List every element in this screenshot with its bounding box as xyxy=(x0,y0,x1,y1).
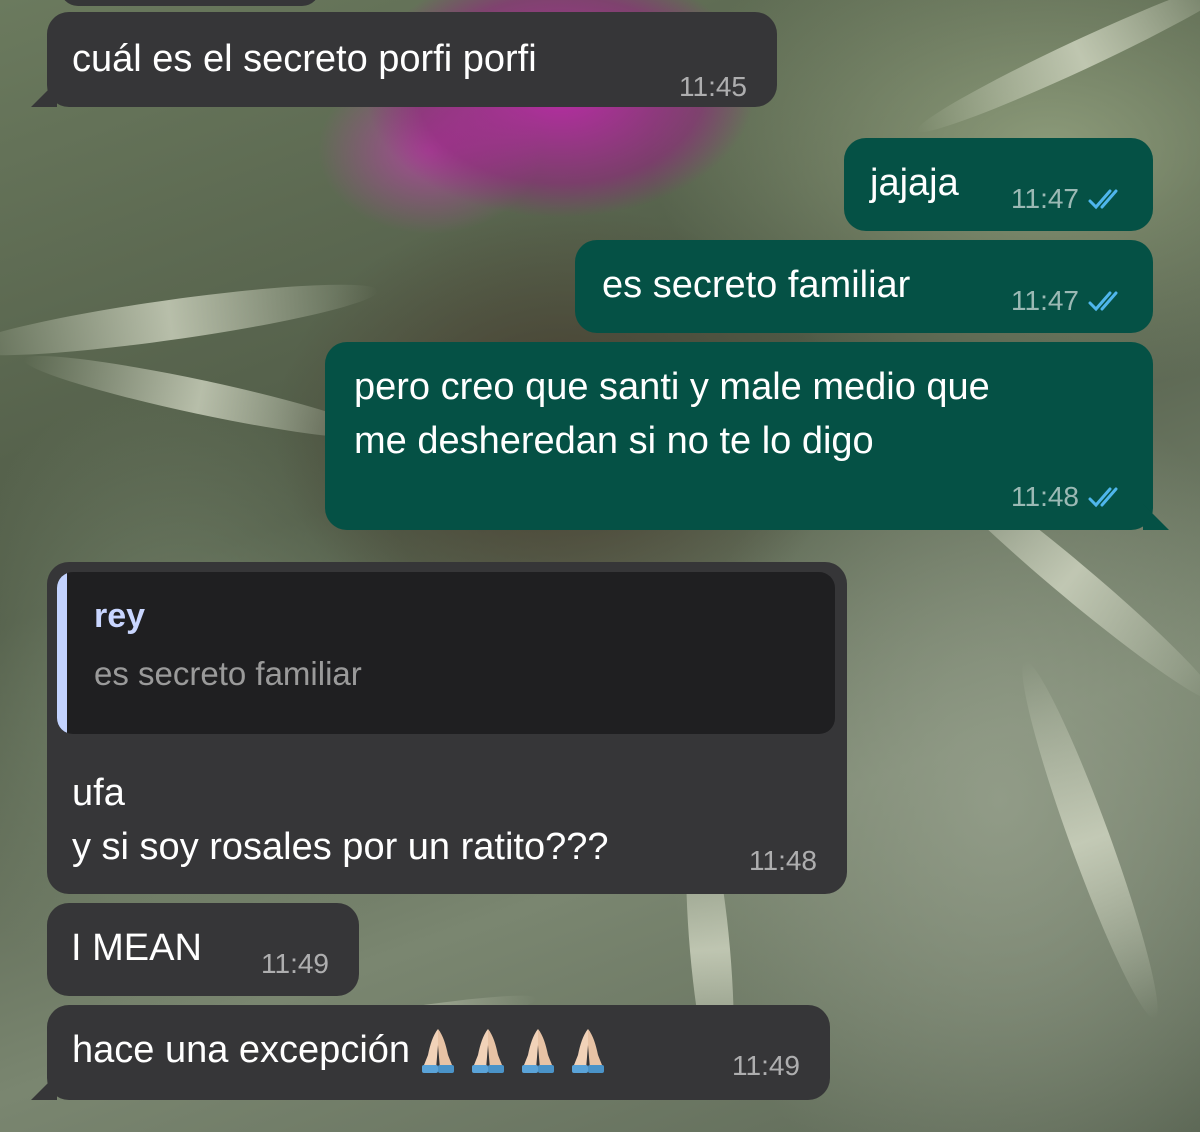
message-outgoing[interactable]: jajaja 11:47 xyxy=(844,138,1153,231)
folded-hands-icon xyxy=(422,1029,455,1073)
message-meta: 11:47 xyxy=(1011,286,1129,316)
message-time: 11:49 xyxy=(732,1050,800,1081)
folded-hands-icon xyxy=(572,1029,605,1073)
message-text: es secreto familiar xyxy=(602,264,911,306)
message-outgoing[interactable]: es secreto familiar 11:47 xyxy=(575,240,1153,333)
folded-hands-icon xyxy=(522,1029,555,1073)
message-time: 11:48 xyxy=(749,845,817,876)
message-time: 11:47 xyxy=(1011,183,1079,214)
quote-accent-bar xyxy=(57,572,67,734)
message-text: cuál es el secreto porfi porfi xyxy=(72,38,537,80)
folded-hands-icon xyxy=(472,1029,505,1073)
message-meta: 11:49 xyxy=(261,949,329,979)
message-meta: 11:47 xyxy=(1011,184,1129,214)
message-incoming[interactable]: hace una excepción 11:49 xyxy=(31,1005,830,1100)
message-text-content: hace una excepción xyxy=(72,1029,411,1071)
read-receipt-icon xyxy=(1088,189,1118,210)
message-text-line: ufa xyxy=(72,772,125,814)
message-text-line: me desheredan si no te lo digo xyxy=(354,420,874,462)
message-incoming[interactable]: I MEAN 11:49 xyxy=(47,903,359,996)
message-text-line: y si soy rosales por un ratito??? xyxy=(72,826,609,868)
message-time: 11:48 xyxy=(1011,481,1079,512)
message-time: 11:47 xyxy=(1011,285,1079,316)
message-text: jajaja xyxy=(870,162,959,204)
message-meta: 11:48 xyxy=(1011,482,1129,512)
chat-screen: cuál es el secreto porfi porfi 11:45 jaj… xyxy=(0,0,1200,1132)
message-time: 11:49 xyxy=(261,948,329,979)
emoji-group xyxy=(416,1025,610,1075)
message-incoming[interactable]: cuál es el secreto porfi porfi 11:45 xyxy=(31,12,777,107)
read-receipt-icon xyxy=(1088,291,1118,312)
message-incoming-reply[interactable]: rey es secreto familiar ufa y si soy ros… xyxy=(47,562,847,894)
message-text: I MEAN xyxy=(71,927,202,969)
partial-message-edge xyxy=(60,0,320,6)
message-meta: 11:45 xyxy=(679,72,747,102)
message-meta: 11:48 xyxy=(749,846,817,876)
quote-text: es secreto familiar xyxy=(94,655,362,692)
message-text-line: pero creo que santi y male medio que xyxy=(354,366,990,408)
quoted-message[interactable]: rey es secreto familiar xyxy=(57,572,835,734)
message-time: 11:45 xyxy=(679,71,747,102)
quote-author: rey xyxy=(94,597,146,635)
message-meta: 11:49 xyxy=(732,1051,800,1081)
message-outgoing[interactable]: pero creo que santi y male medio que me … xyxy=(325,342,1169,530)
read-receipt-icon xyxy=(1088,487,1118,508)
message-text: hace una excepción xyxy=(72,1023,610,1077)
